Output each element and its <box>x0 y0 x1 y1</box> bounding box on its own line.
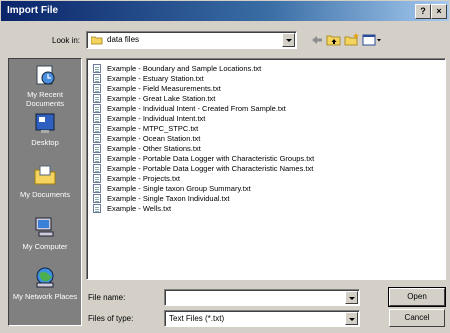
look-in-label: Look in: <box>52 36 81 45</box>
file-name-arrow[interactable] <box>345 291 358 304</box>
text-file-icon <box>93 124 101 133</box>
window-title: Import File <box>7 5 59 16</box>
file-type-dropdown[interactable]: Text Files (*.txt) <box>164 310 360 327</box>
up-folder-icon[interactable] <box>326 33 342 47</box>
desktop-icon <box>35 113 55 133</box>
place-network-places[interactable]: My Network Places <box>9 265 81 301</box>
my-computer-icon <box>35 217 54 237</box>
place-recent-documents[interactable]: My Recent Documents <box>9 63 81 108</box>
folder-icon <box>91 36 103 45</box>
file-list[interactable]: Example - Boundary and Sample Locations.… <box>86 58 446 280</box>
text-file-icon <box>93 174 101 183</box>
file-type-arrow[interactable] <box>345 312 358 325</box>
text-file-icon <box>93 144 101 153</box>
views-menu-icon[interactable] <box>362 33 382 47</box>
back-icon[interactable] <box>309 33 325 47</box>
place-my-computer[interactable]: My Computer <box>9 215 81 251</box>
place-label: My Network Places <box>12 292 78 301</box>
text-file-icon <box>93 84 101 93</box>
cancel-button[interactable]: Cancel <box>389 309 445 327</box>
place-label: My Computer <box>22 242 68 251</box>
title-bar: Import File ? × <box>1 1 449 21</box>
text-file-icon <box>93 114 101 123</box>
look-in-dropdown[interactable]: data files <box>86 31 297 49</box>
file-name-label: File name: <box>88 293 126 302</box>
text-file-icon <box>93 194 101 203</box>
text-file-icon <box>93 184 101 193</box>
list-item[interactable]: Example - Wells.txt <box>93 203 171 214</box>
place-my-documents[interactable]: My Documents <box>9 163 81 199</box>
text-file-icon <box>93 134 101 143</box>
place-desktop[interactable]: Desktop <box>9 111 81 147</box>
network-places-icon <box>36 267 54 288</box>
text-file-icon <box>93 104 101 113</box>
places-bar: My Recent Documents Desktop My Documents <box>8 58 82 326</box>
new-folder-icon[interactable] <box>344 33 360 47</box>
close-button[interactable]: × <box>431 4 447 19</box>
look-in-value: data files <box>107 35 140 44</box>
file-type-value: Text Files (*.txt) <box>169 314 225 323</box>
place-label: Desktop <box>31 138 59 147</box>
my-documents-icon <box>34 165 56 185</box>
text-file-icon <box>93 94 101 103</box>
place-label: My Recent Documents <box>26 90 64 108</box>
import-file-dialog: Import File ? × Look in: data files My R… <box>0 0 450 333</box>
look-in-arrow[interactable] <box>282 33 295 47</box>
text-file-icon <box>93 204 101 213</box>
open-button[interactable]: Open <box>388 287 446 307</box>
recent-documents-icon <box>36 65 55 85</box>
text-file-icon <box>93 64 101 73</box>
file-type-label: Files of type: <box>88 314 134 323</box>
text-file-icon <box>93 164 101 173</box>
text-file-icon <box>93 74 101 83</box>
file-name-input[interactable] <box>164 289 360 306</box>
help-button[interactable]: ? <box>415 4 431 19</box>
place-label: My Documents <box>19 190 70 199</box>
text-file-icon <box>93 154 101 163</box>
